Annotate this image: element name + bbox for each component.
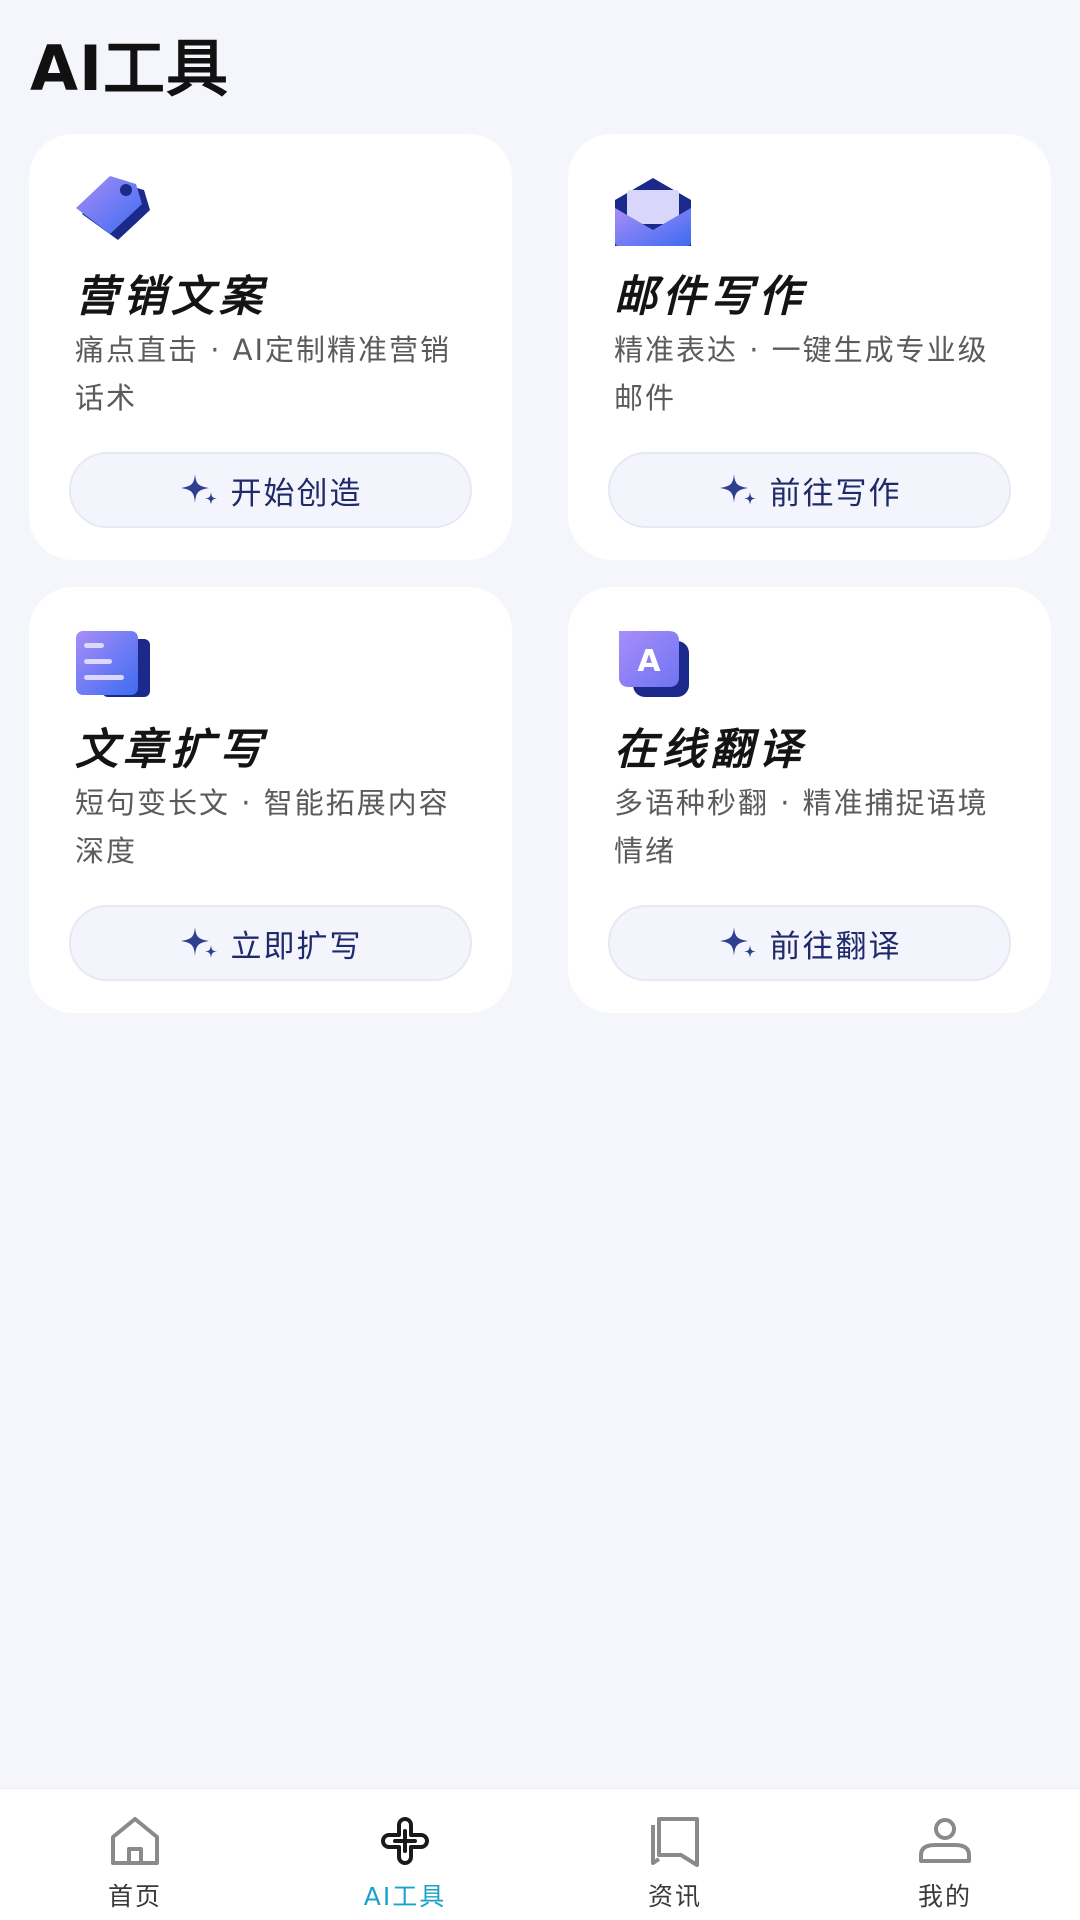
page-title: AI工具 <box>30 32 230 105</box>
tab-profile[interactable]: 我的 <box>810 1789 1080 1920</box>
bottom-tab-bar: 首页 AI工具 资讯 我的 <box>0 1788 1080 1920</box>
start-creating-button[interactable]: 开始创造 <box>69 452 472 528</box>
go-translate-button[interactable]: 前往翻译 <box>608 905 1011 981</box>
tool-card-email[interactable]: 邮件写作 精准表达 · 一键生成专业级邮件 前往写作 <box>568 134 1051 560</box>
tab-label: 我的 <box>917 1882 972 1911</box>
translate-icon: A <box>613 625 693 705</box>
sparkle-icon <box>719 474 756 505</box>
sparkle-icon <box>180 474 217 505</box>
ai-tools-page: AI工具 营销文案 痛点直击 · AI定制精准营销话术 开始创造 邮件写作 精准… <box>0 0 1080 1920</box>
tool-card-translate[interactable]: A 在线翻译 多语种秒翻 · 精准捕捉语境情绪 前往翻译 <box>568 587 1051 1013</box>
card-title: 文章扩写 <box>75 725 267 775</box>
card-description: 精准表达 · 一键生成专业级邮件 <box>614 333 989 415</box>
tab-label: AI工具 <box>363 1882 447 1911</box>
document-icon <box>74 625 154 705</box>
card-title: 在线翻译 <box>614 725 806 775</box>
card-description: 痛点直击 · AI定制精准营销话术 <box>75 333 452 415</box>
envelope-icon <box>613 172 693 252</box>
card-title: 营销文案 <box>75 272 267 322</box>
card-description: 短句变长文 · 智能拓展内容深度 <box>75 786 450 868</box>
tool-card-grid: 营销文案 痛点直击 · AI定制精准营销话术 开始创造 邮件写作 精准表达 · … <box>29 134 1051 1013</box>
tab-home[interactable]: 首页 <box>0 1789 270 1920</box>
button-label: 前往翻译 <box>769 928 902 965</box>
button-label: 开始创造 <box>230 475 363 512</box>
tab-label: 首页 <box>107 1882 162 1911</box>
price-tag-icon <box>74 172 154 252</box>
sparkle-icon <box>719 927 756 958</box>
sparkle-icon <box>180 927 217 958</box>
expand-now-button[interactable]: 立即扩写 <box>69 905 472 981</box>
go-writing-button[interactable]: 前往写作 <box>608 452 1011 528</box>
card-title: 邮件写作 <box>614 272 806 322</box>
button-label: 立即扩写 <box>230 928 363 965</box>
tab-label: 资讯 <box>647 1882 702 1911</box>
tool-card-marketing[interactable]: 营销文案 痛点直击 · AI定制精准营销话术 开始创造 <box>29 134 512 560</box>
tab-ai-tools[interactable]: AI工具 <box>270 1789 540 1920</box>
tool-card-expand[interactable]: 文章扩写 短句变长文 · 智能拓展内容深度 立即扩写 <box>29 587 512 1013</box>
ai-tools-icon <box>377 1813 433 1869</box>
news-icon <box>647 1813 703 1869</box>
card-description: 多语种秒翻 · 精准捕捉语境情绪 <box>614 786 989 868</box>
tab-news[interactable]: 资讯 <box>540 1789 810 1920</box>
svg-text:A: A <box>637 644 661 679</box>
button-label: 前往写作 <box>769 475 902 512</box>
profile-icon <box>917 1813 973 1869</box>
home-icon <box>107 1813 163 1869</box>
